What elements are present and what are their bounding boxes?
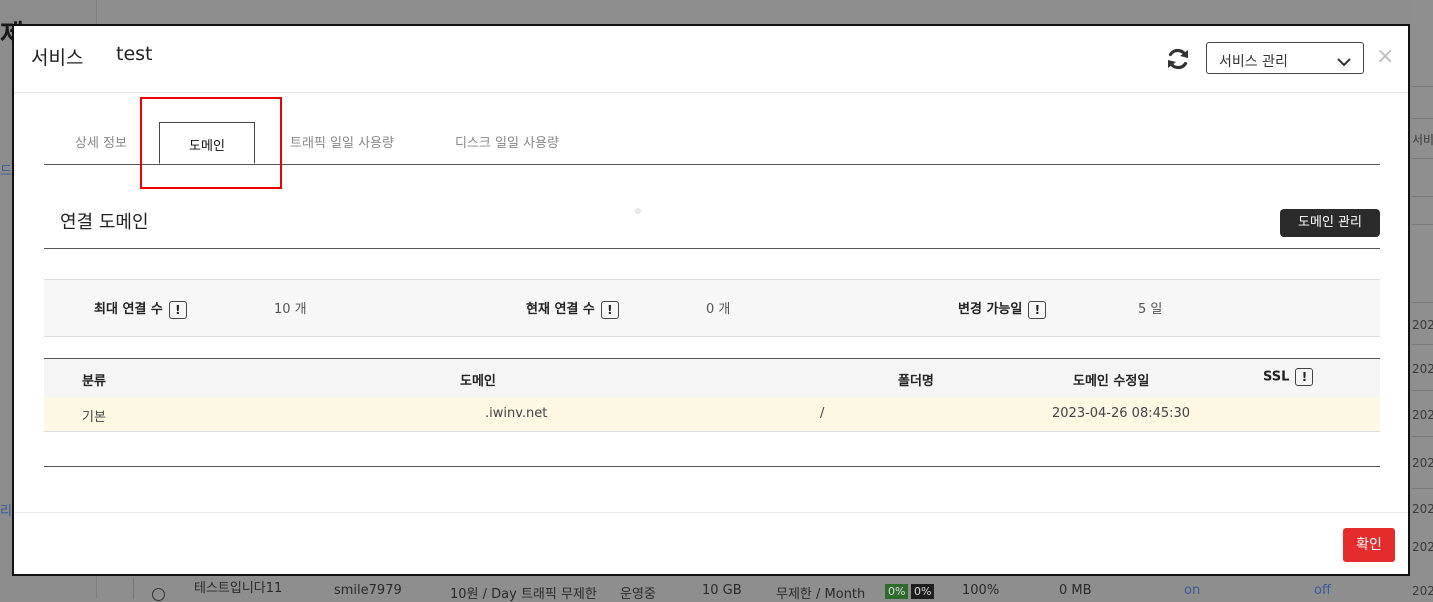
background-date-cell: 2022-: [1412, 584, 1433, 598]
domain-table-header: 분류 도메인 폴더명 도메인 수정일 SSL!: [44, 358, 1380, 398]
background-date-cell: 2022-: [1412, 540, 1433, 554]
domain-manage-button[interactable]: 도메인 관리: [1280, 209, 1380, 237]
background-link: 리: [0, 504, 12, 519]
tab-domain[interactable]: 도메인: [159, 122, 255, 164]
background-cell: off: [1314, 583, 1331, 598]
current-connections-label: 현재 연결 수!: [526, 298, 619, 319]
decorative-dot: [635, 208, 641, 214]
table-row[interactable]: 기본 .iwinv.net / 2023-04-26 08:45:30: [44, 397, 1380, 432]
current-connections-value: 0 개: [706, 302, 731, 317]
modal-title: 서비스: [31, 47, 84, 69]
background-cell: 10 GB: [702, 583, 742, 598]
service-manage-select[interactable]: 서비스 관리: [1206, 42, 1364, 74]
change-available-label-text: 변경 가능일: [958, 302, 1023, 317]
background-cell: 100%: [962, 583, 1000, 598]
divider: [44, 248, 1380, 249]
divider: [44, 466, 1380, 467]
column-header-modified: 도메인 수정일: [1073, 374, 1150, 389]
background-date-cell: 2023-: [1412, 318, 1433, 332]
background-date-cell: 2023-: [1412, 362, 1433, 376]
background-cell: 운영중: [620, 587, 656, 602]
info-icon[interactable]: !: [600, 300, 619, 319]
info-icon[interactable]: !: [1295, 368, 1314, 386]
background-cell: on: [1184, 583, 1201, 598]
column-header-type: 분류: [82, 374, 106, 389]
column-header-domain: 도메인: [460, 374, 496, 389]
info-icon[interactable]: !: [1028, 300, 1047, 319]
background-date-cell: 2023-: [1412, 456, 1433, 470]
cell-folder: /: [820, 406, 825, 421]
background-cell: smile7979: [334, 583, 402, 598]
max-connections-label-text: 최대 연결 수: [94, 302, 163, 317]
current-connections-label-text: 현재 연결 수: [526, 302, 595, 317]
background-cell: 10원 / Day 트래픽 무제한: [450, 587, 597, 602]
background-bar: 0%: [911, 584, 935, 599]
modal-tabs: 상세 정보 도메인 트래픽 일일 사용량 디스크 일일 사용량: [44, 122, 1380, 165]
background-date-cell: 2023-: [1412, 408, 1433, 422]
background-bar: 0%: [885, 584, 909, 599]
background-table-row: 테스트입니다11 smile7979 10원 / Day 트래픽 무제한 운영중…: [133, 578, 1413, 602]
background-cell: 0 MB: [1059, 583, 1092, 598]
cell-type: 기본: [82, 410, 106, 425]
tab-disk-daily[interactable]: 디스크 일일 사용량: [455, 132, 559, 151]
background-table-edge: 서비스 2023- 2023- 2023- 2023- 2022- 2022- …: [1412, 0, 1433, 599]
info-icon[interactable]: !: [168, 300, 187, 319]
background-date-cell: 2022-: [1412, 502, 1433, 516]
tab-traffic-daily[interactable]: 트래픽 일일 사용량: [290, 132, 394, 151]
column-header-folder: 폴더명: [898, 374, 934, 389]
chevron-down-icon: [1337, 52, 1351, 67]
close-icon[interactable]: ×: [1376, 46, 1394, 68]
section-title: 연결 도메인: [60, 212, 149, 233]
cell-modified: 2023-04-26 08:45:30: [1052, 406, 1191, 421]
modal-header: 서비스 test 서비스 관리 ×: [14, 26, 1408, 93]
column-header-ssl: SSL!: [1263, 368, 1314, 386]
change-available-label: 변경 가능일!: [958, 298, 1047, 319]
service-name: test: [116, 43, 153, 65]
domain-stats-bar: 최대 연결 수! 10 개 현재 연결 수! 0 개 변경 가능일! 5 일: [44, 279, 1380, 337]
max-connections-label: 최대 연결 수!: [94, 298, 187, 319]
change-available-value: 5 일: [1138, 302, 1163, 317]
max-connections-value: 10 개: [274, 302, 307, 317]
modal-footer: [14, 512, 1408, 513]
background-cell: 무제한 / Month: [776, 587, 866, 602]
tab-detail-info[interactable]: 상세 정보: [75, 132, 127, 151]
service-modal: 서비스 test 서비스 관리 × 상세 정보 도메인 트래픽 일일 사용량 디…: [12, 24, 1410, 576]
refresh-icon[interactable]: [1164, 45, 1192, 73]
background-radio: [152, 588, 165, 601]
background-cell: 테스트입니다11: [194, 581, 283, 596]
ssl-header-text: SSL: [1263, 369, 1290, 385]
cell-domain: .iwinv.net: [485, 406, 548, 421]
background-header-cell: 서비스: [1412, 133, 1433, 147]
confirm-button[interactable]: 확인: [1343, 528, 1395, 562]
select-value: 서비스 관리: [1219, 54, 1288, 70]
